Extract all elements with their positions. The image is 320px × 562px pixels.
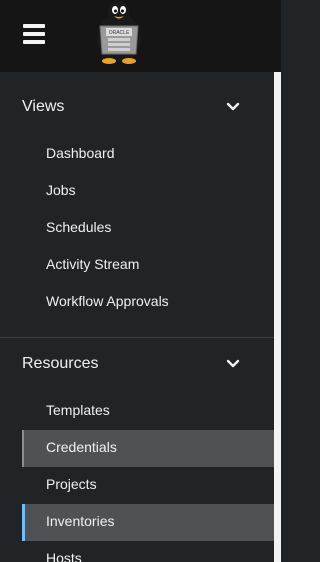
sidebar-item-inventories[interactable]: Inventories	[22, 504, 274, 541]
sidebar-item-label: Projects	[46, 476, 97, 492]
sidebar-item-label: Jobs	[46, 182, 76, 198]
sidebar-item-label: Templates	[46, 402, 110, 418]
hamburger-menu-icon[interactable]	[23, 24, 45, 44]
sidebar-item-jobs[interactable]: Jobs	[22, 173, 274, 210]
section-divider	[0, 337, 274, 338]
sidebar-item-label: Inventories	[46, 513, 115, 529]
chevron-down-icon	[226, 359, 240, 368]
sidebar-item-schedules[interactable]: Schedules	[22, 210, 274, 247]
sidebar-item-activity-stream[interactable]: Activity Stream	[22, 247, 274, 284]
sidebar-item-credentials[interactable]: Credentials	[22, 430, 274, 467]
sidebar-item-hosts[interactable]: Hosts	[22, 541, 274, 562]
sidebar-item-label: Dashboard	[46, 145, 115, 161]
sidebar-nav: Views Dashboard Jobs Schedules Activity …	[0, 72, 274, 562]
section-views-title: Views	[22, 98, 65, 115]
sidebar-item-workflow-approvals[interactable]: Workflow Approvals	[22, 284, 274, 321]
masthead: ORACLE	[0, 0, 281, 72]
section-views-toggle[interactable]: Views	[0, 88, 274, 126]
main-content-edge	[274, 72, 281, 562]
section-resources-toggle[interactable]: Resources	[0, 345, 274, 383]
sidebar-item-label: Credentials	[46, 439, 117, 455]
sidebar-item-label: Workflow Approvals	[46, 293, 169, 309]
tux-penguin-logo-icon[interactable]: ORACLE	[88, 0, 150, 66]
sidebar-item-label: Hosts	[46, 550, 82, 562]
sidebar-item-projects[interactable]: Projects	[22, 467, 274, 504]
sidebar-item-dashboard[interactable]: Dashboard	[22, 136, 274, 173]
sidebar-item-label: Schedules	[46, 219, 112, 235]
sidebar-item-templates[interactable]: Templates	[22, 393, 274, 430]
chevron-down-icon	[226, 102, 240, 111]
logo-badge-text: ORACLE	[109, 30, 130, 36]
section-resources-title: Resources	[22, 355, 99, 372]
sidebar-item-label: Activity Stream	[46, 256, 140, 272]
